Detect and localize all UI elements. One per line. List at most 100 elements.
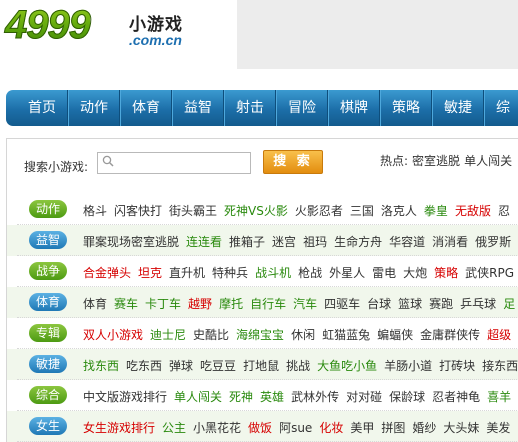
game-link[interactable]: 吃豆豆 bbox=[200, 359, 236, 373]
game-link[interactable]: 体育 bbox=[83, 297, 107, 311]
category-badge[interactable]: 益智 bbox=[29, 231, 67, 249]
game-link[interactable]: 化妆 bbox=[319, 421, 343, 435]
game-link[interactable]: 史酷比 bbox=[193, 328, 229, 342]
game-link[interactable]: 枪战 bbox=[298, 266, 322, 280]
game-link[interactable]: 打地鼠 bbox=[243, 359, 279, 373]
hot-link[interactable]: 密室逃脱 bbox=[412, 154, 460, 168]
nav-item[interactable]: 策略 bbox=[380, 90, 432, 126]
game-link[interactable]: 生命方舟 bbox=[334, 235, 382, 249]
category-badge[interactable]: 女生 bbox=[29, 417, 67, 435]
game-link[interactable]: 武林外传 bbox=[291, 390, 339, 404]
search-button[interactable]: 搜 索 bbox=[263, 150, 323, 174]
nav-item[interactable]: 棋牌 bbox=[328, 90, 380, 126]
category-badge[interactable]: 敏捷 bbox=[29, 355, 67, 373]
game-link[interactable]: 挑战 bbox=[286, 359, 310, 373]
game-link[interactable]: 保龄球 bbox=[389, 390, 425, 404]
nav-item[interactable]: 首页 bbox=[6, 90, 68, 126]
category-badge[interactable]: 动作 bbox=[29, 200, 67, 218]
nav-item[interactable]: 敏捷 bbox=[432, 90, 484, 126]
game-link[interactable]: 婚纱 bbox=[412, 421, 436, 435]
game-link[interactable]: 合金弹头 bbox=[83, 266, 131, 280]
game-link[interactable]: 三国 bbox=[350, 204, 374, 218]
game-link[interactable]: 连连看 bbox=[186, 235, 222, 249]
nav-item[interactable]: 益智 bbox=[172, 90, 224, 126]
game-link[interactable]: 休闲 bbox=[291, 328, 315, 342]
game-link[interactable]: 做饭 bbox=[248, 421, 272, 435]
game-link[interactable]: 忍者神龟 bbox=[432, 390, 480, 404]
game-link[interactable]: 小黑花花 bbox=[193, 421, 241, 435]
game-link[interactable]: 接东西 bbox=[482, 359, 518, 373]
game-link[interactable]: 武侠RPG bbox=[465, 266, 514, 280]
game-link[interactable]: 英雄 bbox=[260, 390, 284, 404]
game-link[interactable]: 篮球 bbox=[398, 297, 422, 311]
nav-item[interactable]: 冒险 bbox=[276, 90, 328, 126]
game-link[interactable]: 双人小游戏 bbox=[83, 328, 143, 342]
game-link[interactable]: 火影忍者 bbox=[295, 204, 343, 218]
game-link[interactable]: 女生游戏排行 bbox=[83, 421, 155, 435]
game-link[interactable]: 推箱子 bbox=[229, 235, 265, 249]
game-link[interactable]: 大鱼吃小鱼 bbox=[317, 359, 377, 373]
game-link[interactable]: 金庸群侠传 bbox=[420, 328, 480, 342]
game-link[interactable]: 消消看 bbox=[432, 235, 468, 249]
nav-item[interactable]: 射击 bbox=[224, 90, 276, 126]
game-link[interactable]: 弹球 bbox=[169, 359, 193, 373]
game-link[interactable]: 找东西 bbox=[83, 359, 119, 373]
game-link[interactable]: 死神VS火影 bbox=[224, 204, 288, 218]
game-link[interactable]: 外星人 bbox=[329, 266, 365, 280]
game-link[interactable]: 闪客快打 bbox=[114, 204, 162, 218]
game-link[interactable]: 打砖块 bbox=[439, 359, 475, 373]
game-link[interactable]: 华容道 bbox=[389, 235, 425, 249]
game-link[interactable]: 大炮 bbox=[403, 266, 427, 280]
game-link[interactable]: 羊肠小道 bbox=[384, 359, 432, 373]
game-link[interactable]: 策略 bbox=[434, 266, 458, 280]
game-link[interactable]: 直升机 bbox=[169, 266, 205, 280]
game-link[interactable]: 足 bbox=[503, 297, 515, 311]
category-badge[interactable]: 综合 bbox=[29, 386, 67, 404]
game-link[interactable]: 吃东西 bbox=[126, 359, 162, 373]
game-link[interactable]: 蝙蝠侠 bbox=[377, 328, 413, 342]
game-link[interactable]: 迷宫 bbox=[272, 235, 296, 249]
game-link[interactable]: 公主 bbox=[162, 421, 186, 435]
nav-item[interactable]: 综 bbox=[484, 90, 518, 126]
game-link[interactable]: 中文版游戏排行 bbox=[83, 390, 167, 404]
game-link[interactable]: 汽车 bbox=[293, 297, 317, 311]
game-link[interactable]: 四驱车 bbox=[324, 297, 360, 311]
game-link[interactable]: 喜羊 bbox=[487, 390, 511, 404]
game-link[interactable]: 拳皇 bbox=[424, 204, 448, 218]
game-link[interactable]: 摩托 bbox=[219, 297, 243, 311]
game-link[interactable]: 雷电 bbox=[372, 266, 396, 280]
game-link[interactable]: 自行车 bbox=[250, 297, 286, 311]
game-link[interactable]: 美甲 bbox=[350, 421, 374, 435]
game-link[interactable]: 乒乓球 bbox=[460, 297, 496, 311]
game-link[interactable]: 祖玛 bbox=[303, 235, 327, 249]
game-link[interactable]: 台球 bbox=[367, 297, 391, 311]
game-link[interactable]: 卡丁车 bbox=[145, 297, 181, 311]
game-link[interactable]: 越野 bbox=[188, 297, 212, 311]
nav-item[interactable]: 动作 bbox=[68, 90, 120, 126]
game-link[interactable]: 俄罗斯 bbox=[475, 235, 511, 249]
game-link[interactable]: 美发 bbox=[486, 421, 510, 435]
site-logo[interactable]: 4999 小游戏 .com.cn bbox=[5, 3, 205, 50]
game-link[interactable]: 超级 bbox=[487, 328, 511, 342]
game-link[interactable]: 死神 bbox=[229, 390, 253, 404]
game-link[interactable]: 赛跑 bbox=[429, 297, 453, 311]
hot-link[interactable]: 单人闯关 bbox=[464, 154, 512, 168]
game-link[interactable]: 无敌版 bbox=[455, 204, 491, 218]
game-link[interactable]: 虹猫蓝兔 bbox=[322, 328, 370, 342]
game-link[interactable]: 洛克人 bbox=[381, 204, 417, 218]
game-link[interactable]: 海绵宝宝 bbox=[236, 328, 284, 342]
category-badge[interactable]: 专辑 bbox=[29, 324, 67, 342]
game-link[interactable]: 迪士尼 bbox=[150, 328, 186, 342]
game-link[interactable]: 罪案现场密室逃脱 bbox=[83, 235, 179, 249]
category-badge[interactable]: 战争 bbox=[29, 262, 67, 280]
game-link[interactable]: 大头妹 bbox=[443, 421, 479, 435]
game-link[interactable]: 单人闯关 bbox=[174, 390, 222, 404]
game-link[interactable]: 拼图 bbox=[381, 421, 405, 435]
game-link[interactable]: 街头霸王 bbox=[169, 204, 217, 218]
game-link[interactable]: 赛车 bbox=[114, 297, 138, 311]
game-link[interactable]: 对对碰 bbox=[346, 390, 382, 404]
nav-item[interactable]: 体育 bbox=[120, 90, 172, 126]
game-link[interactable]: 格斗 bbox=[83, 204, 107, 218]
game-link[interactable]: 坦克 bbox=[138, 266, 162, 280]
game-link[interactable]: 阿sue bbox=[279, 421, 312, 435]
